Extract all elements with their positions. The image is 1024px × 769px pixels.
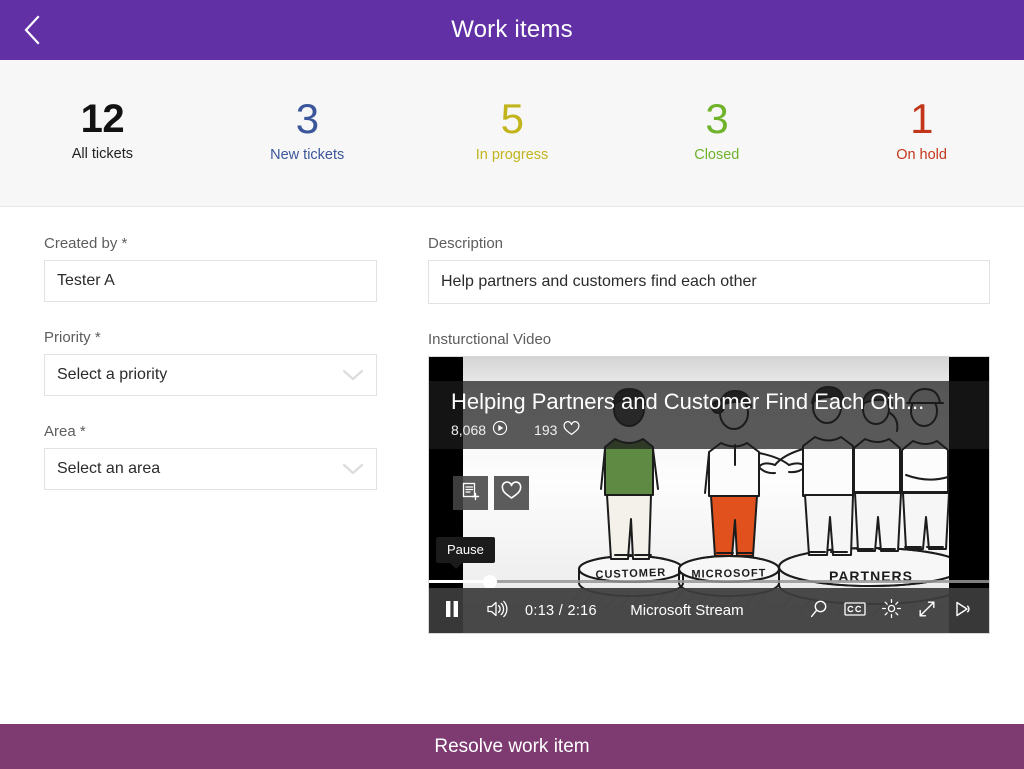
pause-button[interactable] — [429, 588, 475, 633]
video-brand: Microsoft Stream — [630, 602, 744, 619]
video-time-separator: / — [558, 602, 564, 619]
play-circle-icon — [492, 420, 508, 439]
stat-on-hold[interactable]: 1 On hold — [819, 94, 1024, 164]
video-current-time: 0:13 — [525, 602, 555, 619]
created-by-label: Created by * — [44, 235, 128, 252]
progress-played — [429, 580, 490, 583]
fullscreen-button[interactable] — [909, 588, 945, 633]
stat-all-tickets-label: All tickets — [71, 146, 134, 162]
form-left-column: Created by * Tester A Priority * Select … — [44, 235, 377, 517]
priority-label: Priority * — [44, 329, 101, 346]
priority-select[interactable]: Select a priority — [44, 354, 377, 396]
field-priority: Priority * Select a priority — [44, 329, 377, 396]
stat-in-progress-label: In progress — [475, 147, 549, 164]
video-controls: 0:13 / 2:16 Microsoft Stream — [429, 588, 989, 633]
description-label: Description — [428, 235, 504, 252]
app-header: Work items — [0, 0, 1024, 60]
video-title-overlay: Helping Partners and Customer Find Each … — [429, 381, 989, 449]
area-select[interactable]: Select an area — [44, 448, 377, 490]
area-label: Area * — [44, 423, 86, 440]
video-title: Helping Partners and Customer Find Each … — [451, 389, 925, 414]
video-time-display: 0:13 / 2:16 — [525, 603, 597, 619]
closed-captions-button[interactable] — [837, 588, 873, 633]
field-description: Description Help partners and customers … — [428, 235, 990, 304]
resolve-work-item-label: Resolve work item — [434, 735, 590, 757]
stat-new-tickets-label: New tickets — [270, 147, 345, 164]
work-item-form: Created by * Tester A Priority * Select … — [0, 207, 1024, 725]
fullscreen-icon — [917, 599, 937, 623]
pause-icon — [445, 600, 459, 621]
stat-in-progress-value: 5 — [500, 94, 524, 142]
stat-new-tickets[interactable]: 3 New tickets — [205, 94, 410, 164]
cast-icon — [953, 600, 973, 622]
pause-tooltip: Pause — [436, 537, 495, 569]
back-button[interactable] — [10, 0, 54, 60]
video-meta: 8,068 193 — [451, 420, 973, 439]
progress-track — [429, 580, 989, 583]
chevron-down-icon — [342, 462, 364, 476]
video-player[interactable]: CUSTOMER MICROSOFT PARTNERS Helping Part… — [428, 356, 990, 634]
search-icon — [809, 599, 829, 623]
resolve-work-item-button[interactable]: Resolve work item — [0, 724, 1024, 769]
stats-summary-band: 12 All tickets 3 New tickets 5 In progre… — [0, 60, 1024, 207]
chevron-left-icon — [23, 15, 41, 45]
area-value: Select an area — [57, 460, 161, 477]
video-view-count: 8,068 — [451, 421, 487, 438]
video-search-button[interactable] — [801, 588, 837, 633]
created-by-value: Tester A — [57, 272, 115, 289]
video-duration: 2:16 — [567, 602, 597, 619]
closed-captions-icon — [844, 601, 866, 621]
instructional-video-label: Insturctional Video — [428, 331, 552, 348]
volume-button[interactable] — [475, 588, 519, 633]
field-instructional-video: Insturctional Video CUSTOMER MICROSOFT P… — [428, 331, 990, 634]
stat-closed-value: 3 — [705, 94, 729, 142]
stat-on-hold-value: 1 — [910, 94, 934, 142]
heart-icon — [563, 420, 580, 439]
cast-button[interactable] — [945, 588, 981, 633]
stat-all-tickets-value: 12 — [80, 97, 125, 141]
progress-knob[interactable] — [483, 575, 497, 589]
field-created-by: Created by * Tester A — [44, 235, 377, 302]
settings-gear-icon — [881, 598, 902, 623]
add-to-watchlist-icon — [461, 481, 481, 506]
like-button[interactable] — [494, 476, 529, 510]
page-title: Work items — [451, 16, 573, 43]
description-input[interactable]: Help partners and customers find each ot… — [428, 260, 990, 304]
form-right-column: Description Help partners and customers … — [428, 235, 990, 634]
stat-closed-label: Closed — [694, 147, 740, 164]
stat-on-hold-label: On hold — [896, 147, 947, 164]
stat-all-tickets[interactable]: 12 All tickets — [0, 98, 205, 162]
description-value: Help partners and customers find each ot… — [441, 273, 757, 290]
stat-closed[interactable]: 3 Closed — [614, 94, 819, 164]
stat-new-tickets-value: 3 — [295, 94, 319, 142]
add-to-watchlist-button[interactable] — [453, 476, 488, 510]
priority-value: Select a priority — [57, 366, 168, 383]
video-progress-bar[interactable] — [429, 574, 989, 589]
like-heart-icon — [501, 481, 522, 505]
settings-button[interactable] — [873, 588, 909, 633]
stat-in-progress[interactable]: 5 In progress — [410, 94, 615, 164]
chevron-down-icon — [342, 368, 364, 382]
video-like-count: 193 — [534, 421, 558, 438]
video-overlay-actions — [453, 476, 529, 510]
created-by-input[interactable]: Tester A — [44, 260, 377, 302]
field-area: Area * Select an area — [44, 423, 377, 490]
volume-icon — [486, 600, 508, 622]
